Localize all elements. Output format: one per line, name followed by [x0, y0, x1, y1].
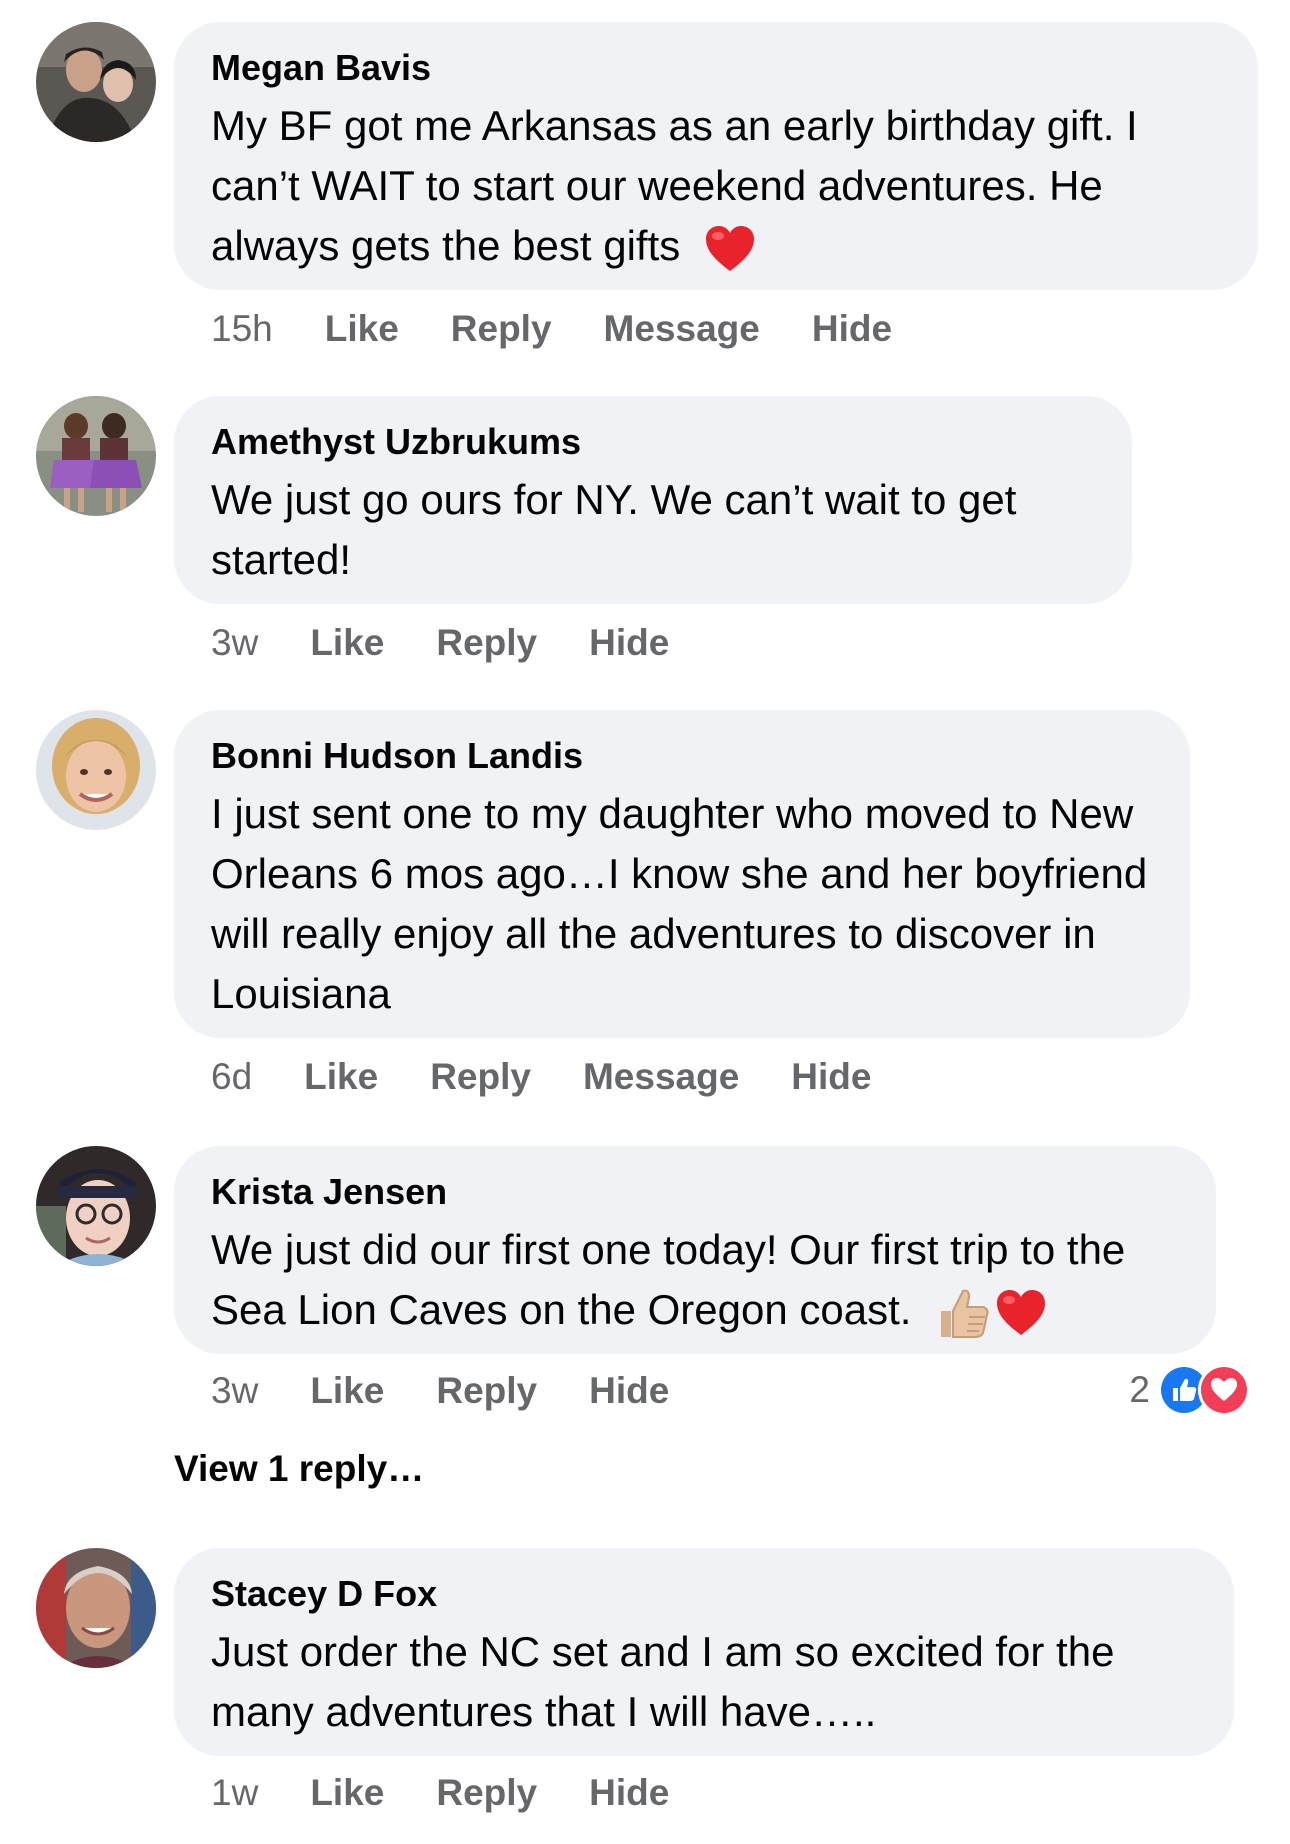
- comment-timestamp[interactable]: 3w: [211, 1370, 258, 1412]
- comment-text: We just go ours for NY. We can’t wait to…: [211, 476, 1017, 583]
- reaction-count: 2: [1129, 1369, 1150, 1410]
- comment-timestamp[interactable]: 15h: [211, 308, 273, 350]
- comment-author[interactable]: Bonni Hudson Landis: [211, 734, 1154, 778]
- comment-timestamp[interactable]: 6d: [211, 1056, 252, 1098]
- hide-button[interactable]: Hide: [791, 1056, 871, 1098]
- hide-button[interactable]: Hide: [589, 622, 669, 664]
- reaction-summary[interactable]: 2: [1129, 1364, 1250, 1416]
- comment-actions: 1w Like Reply Hide: [211, 1768, 721, 1818]
- like-button[interactable]: Like: [325, 308, 399, 350]
- comment-actions: 6d Like Reply Message Hide: [211, 1052, 923, 1102]
- avatar[interactable]: [36, 710, 156, 830]
- view-replies-link[interactable]: View 1 reply…: [174, 1448, 424, 1490]
- comment-bubble: Stacey D Fox Just order the NC set and I…: [174, 1548, 1234, 1756]
- red-heart-emoji: [704, 225, 756, 273]
- message-button[interactable]: Message: [583, 1056, 739, 1098]
- reply-button[interactable]: Reply: [430, 1056, 531, 1098]
- comment-actions: 15h Like Reply Message Hide: [211, 304, 944, 354]
- comment-actions: 3w Like Reply Hide: [211, 1366, 721, 1416]
- comment-author[interactable]: Megan Bavis: [211, 46, 1222, 90]
- message-button[interactable]: Message: [604, 308, 760, 350]
- comment-timestamp[interactable]: 3w: [211, 622, 258, 664]
- comment-bubble: Amethyst Uzbrukums We just go ours for N…: [174, 396, 1132, 604]
- like-button[interactable]: Like: [310, 1370, 384, 1412]
- like-button[interactable]: Like: [304, 1056, 378, 1098]
- avatar[interactable]: [36, 22, 156, 142]
- reply-button[interactable]: Reply: [436, 622, 537, 664]
- comment-text: My BF got me Arkansas as an early birthd…: [211, 96, 1222, 276]
- reply-button[interactable]: Reply: [436, 1370, 537, 1412]
- comment-bubble: Bonni Hudson Landis I just sent one to m…: [174, 710, 1190, 1038]
- comment-bubble: Krista Jensen We just did our first one …: [174, 1146, 1216, 1354]
- comment-author[interactable]: Stacey D Fox: [211, 1572, 1198, 1616]
- comment-text: We just did our first one today! Our fir…: [211, 1220, 1180, 1341]
- red-heart-emoji: [995, 1289, 1047, 1337]
- comment-bubble: Megan Bavis My BF got me Arkansas as an …: [174, 22, 1258, 290]
- love-reaction-icon: [1198, 1364, 1250, 1416]
- comment-author[interactable]: Amethyst Uzbrukums: [211, 420, 1096, 464]
- thumbs-up-emoji: [935, 1285, 991, 1341]
- avatar[interactable]: [36, 396, 156, 516]
- reply-button[interactable]: Reply: [451, 308, 552, 350]
- like-button[interactable]: Like: [310, 1772, 384, 1814]
- comment-text-content: My BF got me Arkansas as an early birthd…: [211, 102, 1138, 269]
- hide-button[interactable]: Hide: [589, 1370, 669, 1412]
- comment-timestamp[interactable]: 1w: [211, 1772, 258, 1814]
- avatar[interactable]: [36, 1146, 156, 1266]
- comment-text: I just sent one to my daughter who moved…: [211, 790, 1148, 1017]
- hide-button[interactable]: Hide: [812, 308, 892, 350]
- like-button[interactable]: Like: [310, 622, 384, 664]
- avatar[interactable]: [36, 1548, 156, 1668]
- hide-button[interactable]: Hide: [589, 1772, 669, 1814]
- reply-button[interactable]: Reply: [436, 1772, 537, 1814]
- comment-author[interactable]: Krista Jensen: [211, 1170, 1180, 1214]
- comment-text: Just order the NC set and I am so excite…: [211, 1628, 1115, 1735]
- comment-actions: 3w Like Reply Hide: [211, 618, 721, 668]
